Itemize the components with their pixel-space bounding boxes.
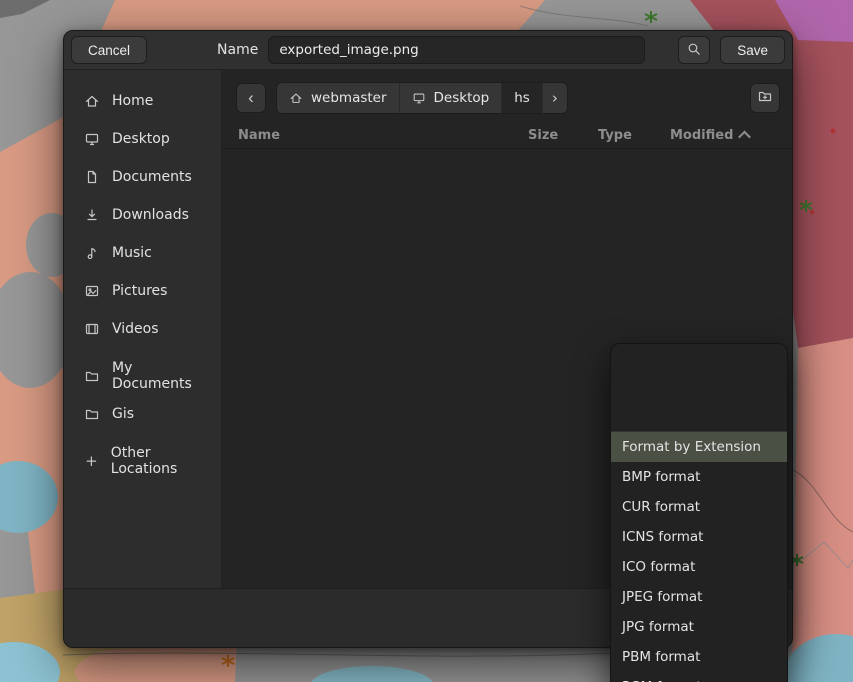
cancel-button[interactable]: Cancel (71, 36, 147, 64)
menu-item-pgm[interactable]: PGM format (611, 672, 787, 682)
column-modified[interactable]: Modified (670, 128, 776, 143)
menu-item-cur[interactable]: CUR format (611, 492, 787, 522)
breadcrumb-webmaster[interactable]: webmaster (277, 83, 400, 113)
breadcrumb-label: Desktop (434, 90, 490, 106)
menu-item-jpeg[interactable]: JPEG format (611, 582, 787, 612)
home-icon (84, 93, 100, 109)
sidebar-item-music[interactable]: Music (64, 234, 221, 272)
breadcrumb-hs[interactable]: hs (502, 83, 543, 113)
search-icon (686, 41, 702, 60)
file-list-header: Name Size Type Modified (222, 122, 792, 149)
filename-label: Name (217, 42, 258, 58)
breadcrumb: webmaster Desktop hs › (276, 82, 568, 114)
column-name[interactable]: Name (238, 128, 528, 143)
home-icon (289, 91, 303, 105)
sidebar-item-label: Videos (112, 321, 159, 337)
sidebar-item-label: Desktop (112, 131, 170, 147)
breadcrumb-label: webmaster (311, 90, 387, 106)
sidebar-item-home[interactable]: Home (64, 82, 221, 120)
sidebar-item-label: Documents (112, 169, 192, 185)
column-type[interactable]: Type (598, 128, 670, 143)
menu-item-icns[interactable]: ICNS format (611, 522, 787, 552)
document-icon (84, 169, 100, 185)
pathbar-row: ‹ webmaster Desktop (222, 70, 792, 122)
sidebar-item-label: Downloads (112, 207, 189, 223)
sidebar-item-label: Other Locations (111, 445, 213, 477)
search-button[interactable] (678, 36, 710, 64)
file-format-menu: Format by Extension BMP format CUR forma… (610, 343, 788, 682)
column-modified-label: Modified (670, 128, 733, 143)
places-sidebar: Home Desktop Documents (64, 70, 222, 588)
dialog-headerbar: Cancel Name Save (64, 31, 792, 70)
desktop-icon (412, 91, 426, 105)
menu-item-bmp[interactable]: BMP format (611, 462, 787, 492)
music-icon (84, 245, 100, 261)
sidebar-bookmark-gis[interactable]: Gis (64, 395, 221, 433)
menu-item-jpg[interactable]: JPG format (611, 612, 787, 642)
breadcrumb-label: hs (514, 90, 530, 106)
screen: Cancel Name Save Home (0, 0, 853, 682)
menu-item-pbm[interactable]: PBM format (611, 642, 787, 672)
sidebar-item-documents[interactable]: Documents (64, 158, 221, 196)
back-button[interactable]: ‹ (236, 83, 266, 113)
breadcrumb-desktop[interactable]: Desktop (400, 83, 503, 113)
download-icon (84, 207, 100, 223)
menu-blank-area (611, 344, 787, 432)
folder-icon (84, 368, 100, 384)
desktop-icon (84, 131, 100, 147)
breadcrumb-forward[interactable]: › (543, 83, 567, 113)
sidebar-item-label: Home (112, 93, 153, 109)
sidebar-item-downloads[interactable]: Downloads (64, 196, 221, 234)
filename-input[interactable] (268, 36, 645, 64)
picture-icon (84, 283, 100, 299)
sidebar-item-label: Pictures (112, 283, 167, 299)
video-icon (84, 321, 100, 337)
sidebar-item-desktop[interactable]: Desktop (64, 120, 221, 158)
sidebar-item-pictures[interactable]: Pictures (64, 272, 221, 310)
menu-item-ico[interactable]: ICO format (611, 552, 787, 582)
plus-icon: + (84, 452, 99, 470)
sidebar-item-label: My Documents (112, 360, 213, 392)
sidebar-item-label: Music (112, 245, 152, 261)
column-size[interactable]: Size (528, 128, 598, 143)
sidebar-item-other-locations[interactable]: + Other Locations (64, 442, 221, 480)
save-button[interactable]: Save (720, 36, 785, 64)
menu-item-format-by-extension[interactable]: Format by Extension (611, 432, 787, 462)
sidebar-bookmark-my-documents[interactable]: My Documents (64, 357, 221, 395)
new-folder-icon (757, 88, 773, 109)
folder-icon (84, 406, 100, 422)
new-folder-button[interactable] (750, 83, 780, 113)
sidebar-separator (64, 433, 221, 442)
sidebar-item-label: Gis (112, 406, 134, 422)
sort-ascending-icon (739, 130, 752, 143)
sidebar-item-videos[interactable]: Videos (64, 310, 221, 348)
sidebar-separator (64, 348, 221, 357)
